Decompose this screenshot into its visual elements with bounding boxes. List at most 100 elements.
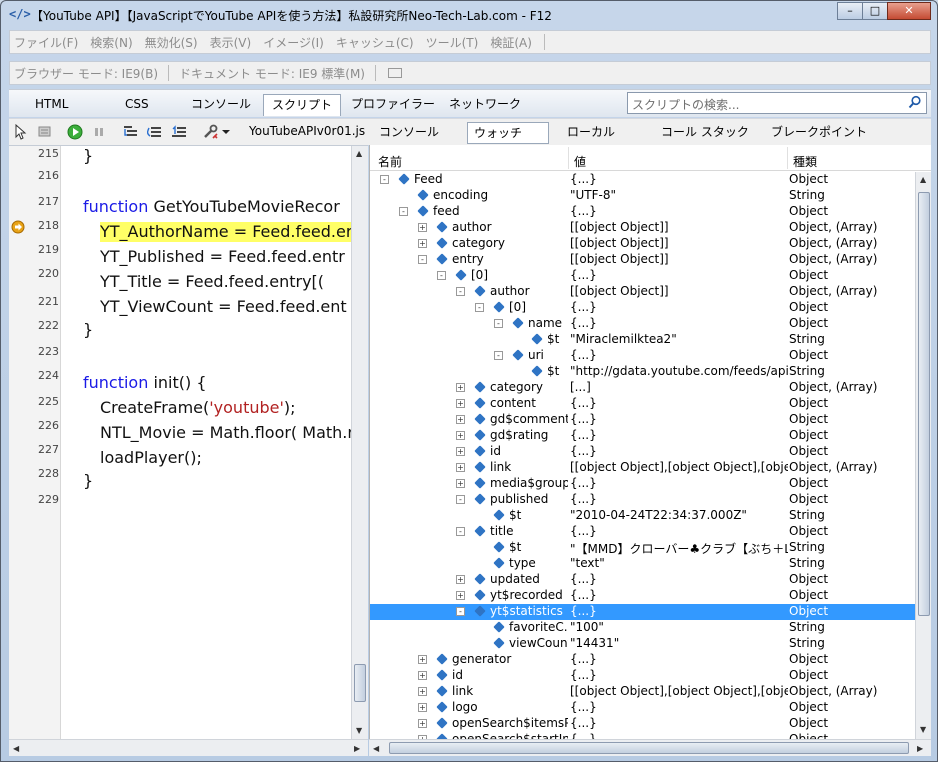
watch-row-value[interactable]: {...} [570, 604, 788, 618]
code-line-218-current[interactable]: YT_AuthorName = Feed.feed.er [100, 222, 352, 242]
code-horizontal-scrollbar[interactable]: ◀ ▶ [9, 739, 368, 756]
watch-row-value[interactable]: [...] [570, 380, 788, 394]
watch-row[interactable]: - author [[object Object]] Object, (Array) [370, 284, 915, 300]
script-search-input[interactable]: スクリプトの検索... [627, 92, 927, 114]
code-editor[interactable]: 215 216 217 218 219 220 221 222 223 224 … [9, 145, 368, 739]
collapse-icon[interactable]: - [380, 175, 389, 184]
watch-row-value[interactable]: {...} [570, 444, 788, 458]
scroll-left-arrow-icon[interactable]: ◀ [373, 744, 379, 753]
watch-row[interactable]: + category [[object Object]] Object, (Array… [370, 236, 915, 252]
expand-icon[interactable]: + [456, 383, 465, 392]
code-line-217[interactable]: function GetYouTubeMovieRecor [83, 197, 340, 217]
watch-row-value[interactable]: "text" [570, 556, 788, 570]
watch-row-value[interactable]: "UTF-8" [570, 188, 788, 202]
watch-row[interactable]: + gd$rating {...} Object [370, 428, 915, 444]
watch-row-value[interactable]: {...} [570, 268, 788, 282]
watch-row[interactable]: + logo {...} Object [370, 700, 915, 716]
scroll-up-arrow-icon[interactable]: ▲ [356, 149, 362, 158]
expand-icon[interactable]: + [456, 463, 465, 472]
expand-icon[interactable]: + [418, 671, 427, 680]
watch-row[interactable]: $t "2010-04-24T22:34:37.000Z" String [370, 508, 915, 524]
watch-row[interactable]: + updated {...} Object [370, 572, 915, 588]
watch-row-value[interactable]: {...} [570, 572, 788, 586]
watch-row-value[interactable]: {...} [570, 732, 788, 739]
watch-row[interactable]: + yt$recorded {...} Object [370, 588, 915, 604]
code-vertical-scrollbar[interactable]: ▲ ▼ [351, 146, 368, 739]
browser-mode-menu[interactable]: ブラウザー モード: IE9(B) [10, 65, 162, 82]
watch-row-value[interactable]: [[object Object]] [570, 284, 788, 298]
subtab-console[interactable]: コンソール [373, 122, 445, 144]
collapse-icon[interactable]: - [418, 255, 427, 264]
tab-console[interactable]: コンソール [183, 94, 259, 116]
watch-row-value[interactable]: {...} [570, 204, 788, 218]
expand-icon[interactable]: + [456, 591, 465, 600]
menu-validate[interactable]: 検証(A) [486, 34, 540, 51]
scroll-right-arrow-icon[interactable]: ▶ [354, 744, 360, 753]
watch-row[interactable]: - Feed {...} Object [370, 172, 915, 188]
watch-row[interactable]: - uri {...} Object [370, 348, 915, 364]
watch-row[interactable]: type "text" String [370, 556, 915, 572]
collapse-icon[interactable]: - [437, 271, 446, 280]
watch-row[interactable]: encoding "UTF-8" String [370, 188, 915, 204]
expand-icon[interactable]: + [418, 655, 427, 664]
menu-find[interactable]: 検索(N) [86, 34, 140, 51]
subtab-breakpoints[interactable]: ブレークポイント [765, 122, 873, 144]
watch-row-value[interactable]: {...} [570, 524, 788, 538]
subtab-call-stack[interactable]: コール スタック [655, 122, 755, 144]
watch-row-value[interactable]: [[object Object],[object Object],[object… [570, 684, 788, 698]
code-line-226[interactable]: NTL_Movie = Math.floor( Math.r [100, 423, 354, 443]
watch-row-value[interactable]: {...} [570, 716, 788, 730]
watch-row-value[interactable]: {...} [570, 652, 788, 666]
watch-row-value[interactable]: "2010-04-24T22:34:37.000Z" [570, 508, 788, 522]
watch-row[interactable]: + gd$comments {...} Object [370, 412, 915, 428]
column-type[interactable]: 種類 [793, 153, 817, 170]
watch-row[interactable]: viewCount "14431" String [370, 636, 915, 652]
watch-row[interactable]: - title {...} Object [370, 524, 915, 540]
watch-row[interactable]: + openSearch$itemsP...{...}Object [370, 716, 915, 732]
collapse-icon[interactable]: - [456, 527, 465, 536]
expand-icon[interactable]: + [456, 415, 465, 424]
collapse-icon[interactable]: - [494, 351, 503, 360]
watch-row[interactable]: + id {...} Object [370, 668, 915, 684]
watch-row[interactable]: + link [[object Object],[object Object],[o… [370, 460, 915, 476]
code-line-224[interactable]: function init() { [83, 373, 207, 393]
code-scroll-thumb[interactable] [354, 664, 366, 702]
watch-row-value[interactable]: "http://gdata.youtube.com/feeds/api/use.… [570, 364, 788, 378]
watch-row-value[interactable]: {...} [570, 412, 788, 426]
tab-profiler[interactable]: プロファイラー [343, 94, 443, 116]
watch-row[interactable]: + media$group {...} Object [370, 476, 915, 492]
search-icon[interactable] [908, 95, 922, 109]
watch-row[interactable]: + category [...] Object, (Array) [370, 380, 915, 396]
scroll-down-arrow-icon[interactable]: ▼ [920, 725, 926, 734]
scroll-left-arrow-icon[interactable]: ◀ [13, 744, 19, 753]
watch-row[interactable]: - feed {...} Object [370, 204, 915, 220]
script-file-select[interactable]: YouTubeAPIv0r01.js [249, 124, 365, 138]
collapse-icon[interactable]: - [475, 303, 484, 312]
expand-icon[interactable]: + [418, 687, 427, 696]
watch-row-value[interactable]: "14431" [570, 636, 788, 650]
watch-row-value[interactable]: "Miraclemilktea2" [570, 332, 788, 346]
tab-css[interactable]: CSS [117, 94, 157, 116]
code-line-228[interactable]: } [83, 471, 93, 491]
watch-row-value[interactable]: [[object Object]] [570, 220, 788, 234]
watch-row-value[interactable]: [[object Object]] [570, 236, 788, 250]
watch-row-value[interactable]: {...} [570, 668, 788, 682]
watch-row[interactable]: $t "Miraclemilktea2" String [370, 332, 915, 348]
watch-row-value[interactable]: {...} [570, 300, 788, 314]
watch-scroll-thumb[interactable] [918, 192, 930, 616]
watch-row[interactable]: + link [[object Object],[object Object],[o… [370, 684, 915, 700]
expand-icon[interactable]: + [456, 431, 465, 440]
watch-row[interactable]: - published {...} Object [370, 492, 915, 508]
expand-icon[interactable]: + [418, 223, 427, 232]
tab-script[interactable]: スクリプト [263, 94, 342, 116]
watch-row[interactable]: + id {...} Object [370, 444, 915, 460]
column-resize-handle[interactable] [568, 147, 569, 169]
close-button[interactable]: ✕ [887, 2, 931, 20]
watch-row[interactable]: favoriteC..."100"String [370, 620, 915, 636]
menu-view[interactable]: 表示(V) [206, 34, 260, 51]
watch-row[interactable]: - [0] {...} Object [370, 300, 915, 316]
pause-icon[interactable] [91, 124, 107, 140]
code-line-227[interactable]: loadPlayer(); [100, 448, 202, 468]
menu-file[interactable]: ファイル(F) [10, 34, 86, 51]
column-resize-handle[interactable] [787, 147, 788, 169]
